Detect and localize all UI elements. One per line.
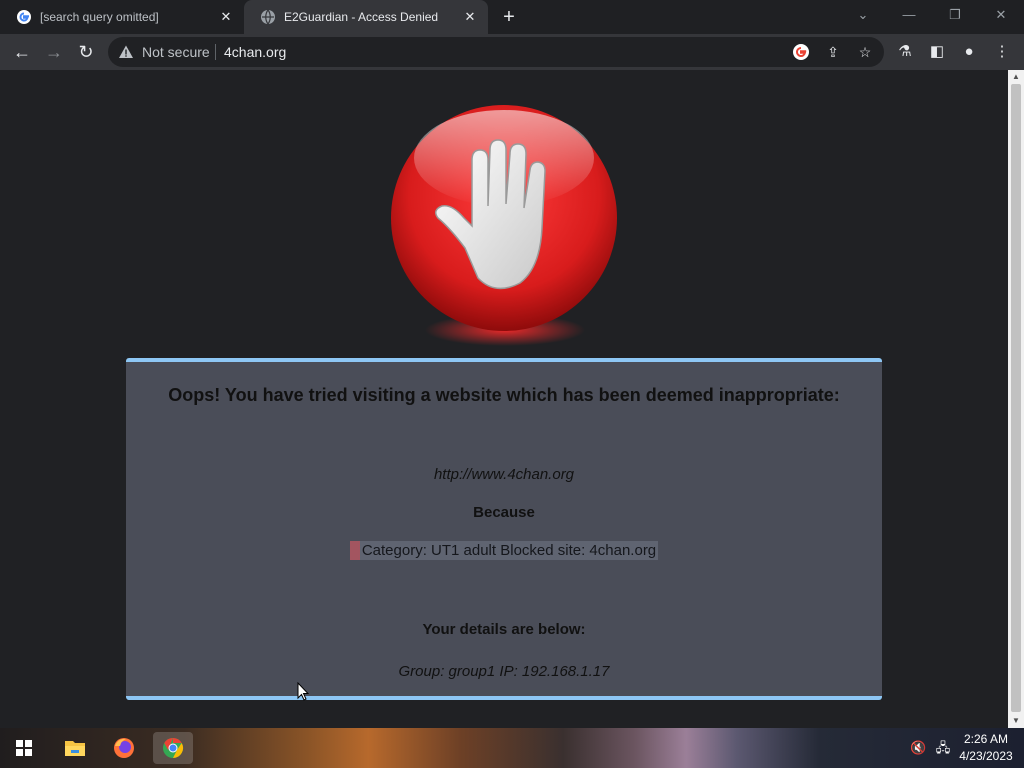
firefox-icon[interactable] bbox=[104, 732, 144, 764]
tab-search-icon[interactable]: ⌄ bbox=[849, 4, 877, 26]
new-tab-button[interactable]: + bbox=[498, 6, 520, 28]
denied-heading: Oops! You have tried visiting a website … bbox=[168, 385, 840, 405]
restore-icon[interactable]: ❐ bbox=[941, 4, 969, 26]
page-content: Oops! You have tried visiting a website … bbox=[0, 70, 1008, 728]
security-label[interactable]: Not secure bbox=[142, 44, 210, 60]
chrome-icon[interactable] bbox=[153, 732, 193, 764]
side-panel-icon[interactable]: ◧ bbox=[928, 43, 946, 61]
blocked-url: http://www.4chan.org bbox=[433, 466, 575, 483]
volume-muted-icon[interactable]: 🔇 bbox=[910, 740, 926, 756]
minimize-icon[interactable]: — bbox=[895, 4, 923, 26]
address-bar[interactable]: Not secure 4chan.org ⇪ ☆ bbox=[108, 37, 884, 67]
details-heading: Your details are below: bbox=[422, 621, 586, 638]
access-denied-panel: Oops! You have tried visiting a website … bbox=[126, 358, 882, 700]
file-explorer-icon[interactable] bbox=[55, 732, 95, 764]
globe-icon bbox=[261, 9, 275, 25]
because-label: Because bbox=[473, 504, 535, 521]
browser-toolbar: ← → ↻ Not secure 4chan.org ⇪ ☆ ⚗ ◧ ● ⋮ bbox=[0, 34, 1024, 70]
taskbar: 🔇 🖧 bbox=[0, 728, 1024, 768]
block-reason: Category: UT1 adult Blocked site: 4chan.… bbox=[126, 541, 882, 560]
back-icon[interactable]: ← bbox=[9, 39, 35, 65]
tab-title: E2Guardian - Access Denied bbox=[284, 10, 439, 24]
bookmark-star-icon[interactable]: ☆ bbox=[856, 43, 874, 61]
menu-icon[interactable]: ⋮ bbox=[993, 43, 1011, 61]
warning-icon[interactable] bbox=[118, 44, 134, 60]
google-lens-icon[interactable] bbox=[792, 43, 810, 61]
divider bbox=[215, 44, 216, 60]
close-tab-icon[interactable]: ✕ bbox=[218, 9, 234, 25]
close-window-icon[interactable]: ✕ bbox=[987, 4, 1015, 26]
start-icon[interactable] bbox=[4, 732, 44, 764]
clock-time: 2:26 AM bbox=[963, 732, 1009, 746]
block-reason-text: Category: UT1 adult Blocked site: 4chan.… bbox=[349, 541, 659, 560]
close-tab-icon[interactable]: ✕ bbox=[462, 9, 478, 25]
tab-title: [search query omitted] bbox=[40, 10, 159, 24]
tab-access-denied[interactable]: E2Guardian - Access Denied ✕ bbox=[244, 0, 488, 34]
scroll-down-icon[interactable]: ▼ bbox=[1008, 714, 1024, 728]
tab-strip: [search query omitted] ✕ E2Guardian - Ac… bbox=[0, 0, 1024, 34]
profile-icon[interactable]: ● bbox=[960, 43, 978, 61]
network-icon[interactable]: 🖧 bbox=[935, 740, 951, 756]
share-icon[interactable]: ⇪ bbox=[824, 43, 842, 61]
url-text[interactable]: 4chan.org bbox=[224, 44, 286, 60]
forward-icon[interactable]: → bbox=[41, 39, 67, 65]
mouse-cursor-icon bbox=[297, 682, 309, 701]
system-clock[interactable]: 2:26 AM 4/23/2023 bbox=[956, 731, 1016, 765]
extensions-icon[interactable]: ⚗ bbox=[896, 43, 914, 61]
user-details: Group: group1 IP: 192.168.1.17 bbox=[398, 663, 610, 680]
stop-hand-icon bbox=[391, 105, 617, 346]
page-scrollbar[interactable]: ▲ ▼ bbox=[1008, 70, 1024, 728]
scroll-up-icon[interactable]: ▲ bbox=[1008, 70, 1024, 84]
reload-icon[interactable]: ↻ bbox=[73, 39, 99, 65]
scroll-thumb[interactable] bbox=[1011, 84, 1021, 712]
google-g-icon bbox=[17, 10, 31, 24]
tab-google-search[interactable]: [search query omitted] ✕ bbox=[0, 0, 244, 34]
clock-date: 4/23/2023 bbox=[959, 749, 1013, 763]
